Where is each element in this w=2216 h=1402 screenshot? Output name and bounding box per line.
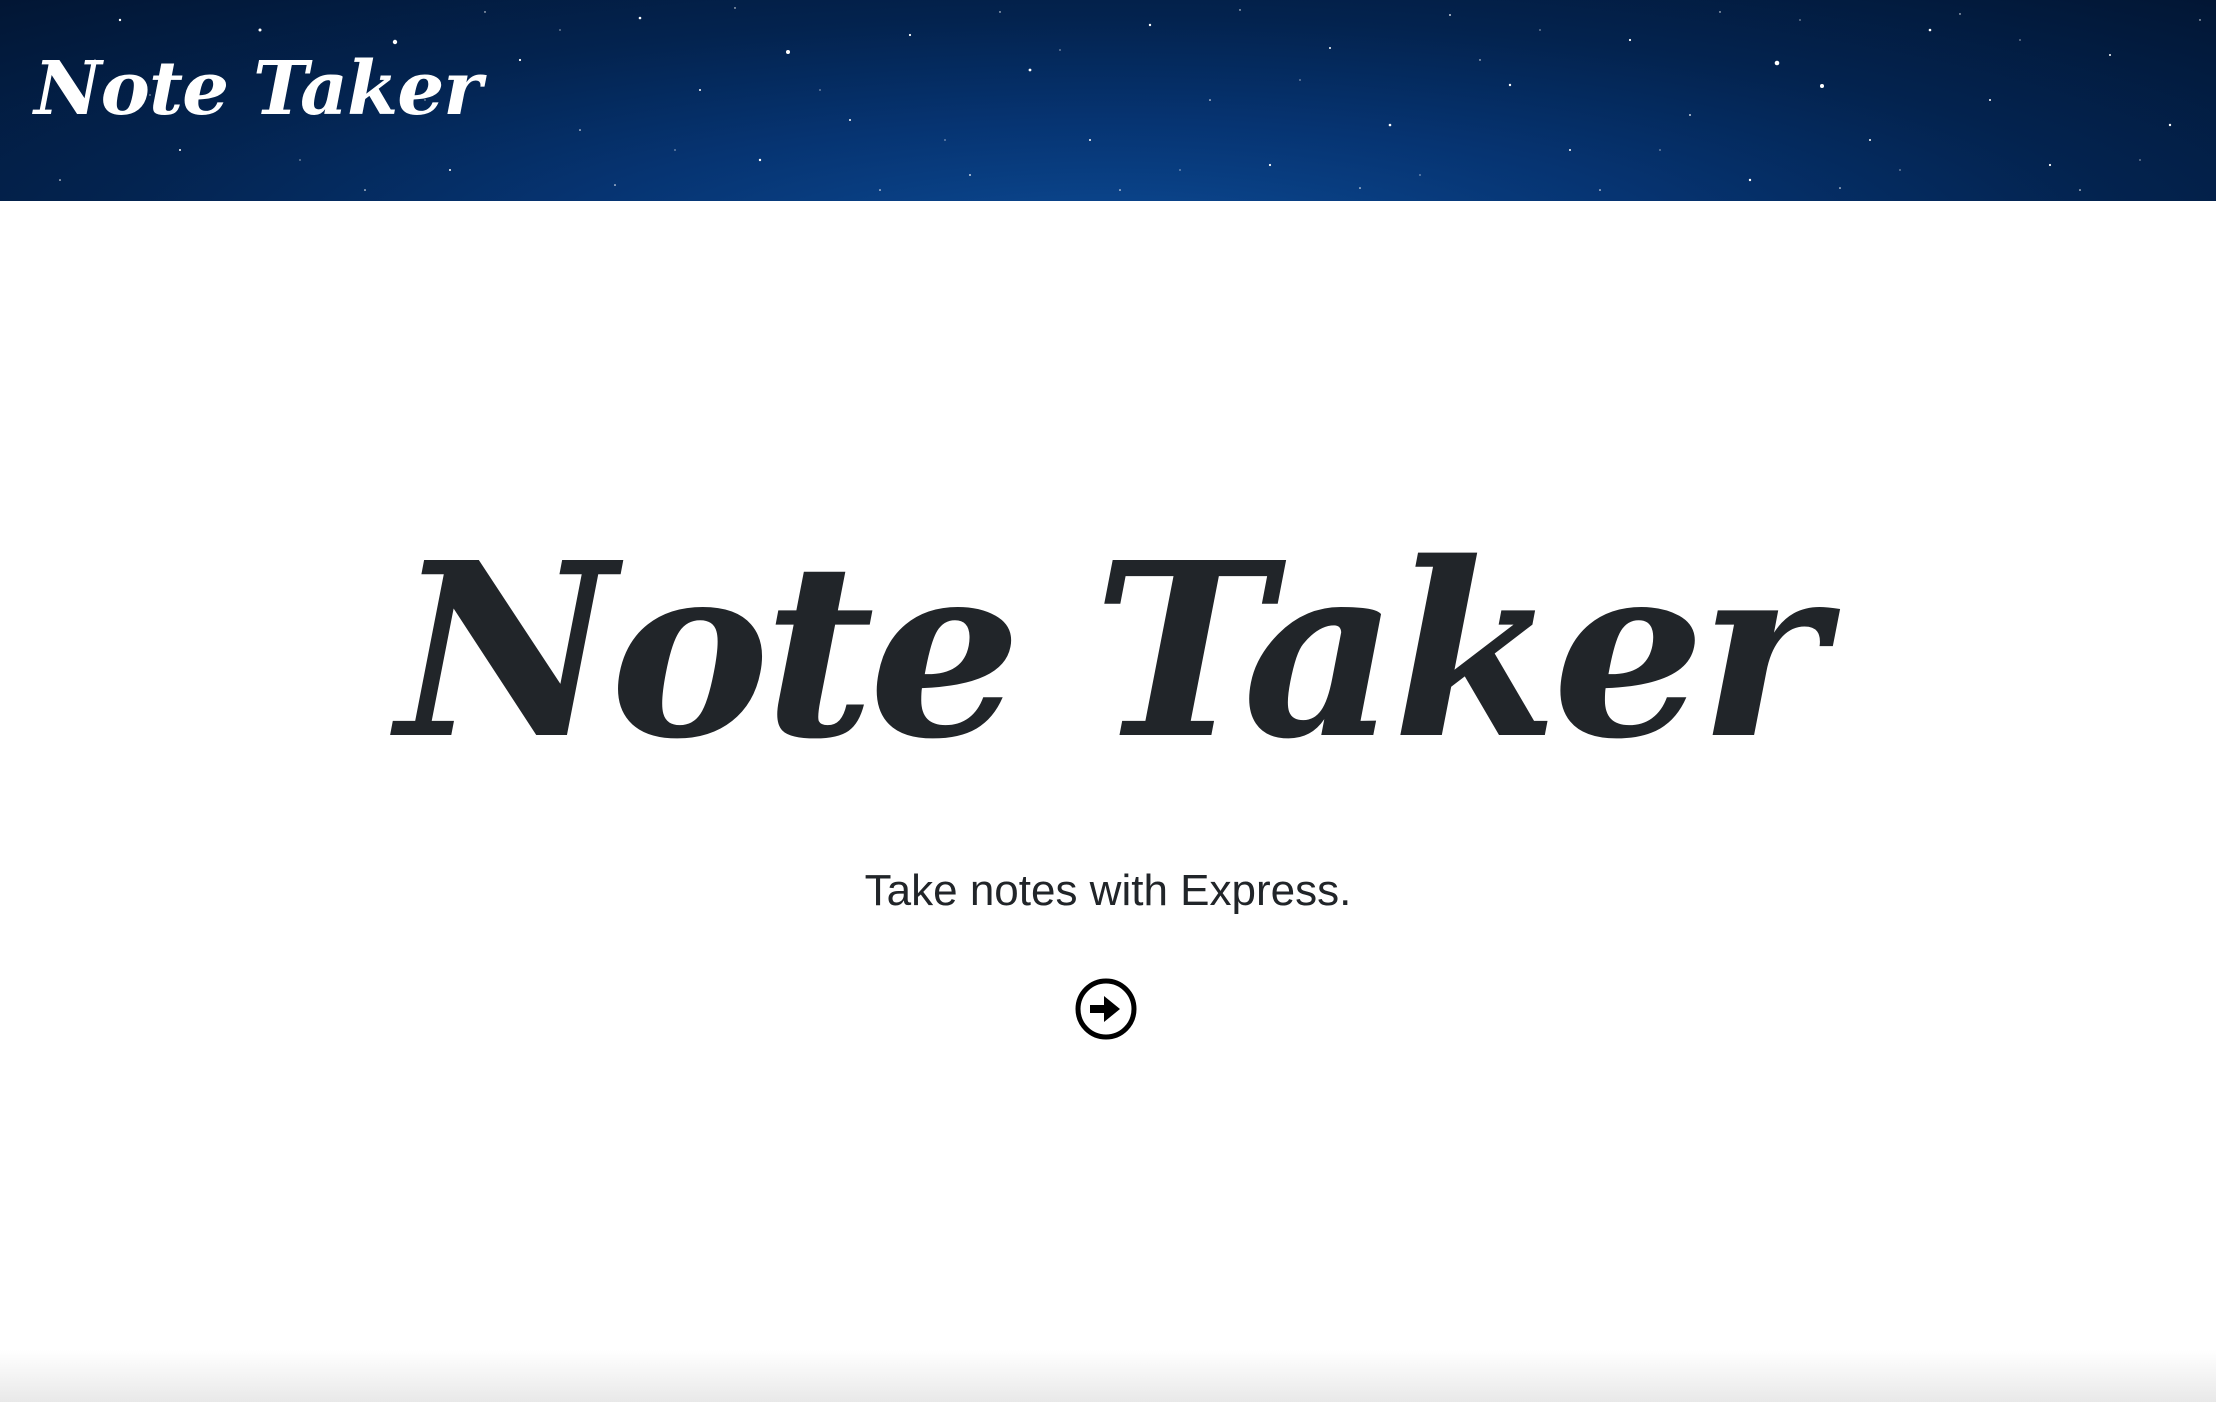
navbar: Note Taker xyxy=(0,0,2216,201)
hero-title: Note Taker xyxy=(396,510,1825,792)
arrow-circle-right-icon xyxy=(1075,978,1137,1040)
hero-lead: Take notes with Express. xyxy=(864,866,1352,915)
bottom-shade xyxy=(0,1350,2216,1402)
get-started-button[interactable] xyxy=(1074,977,1138,1041)
brand-logo-link[interactable]: Note Taker xyxy=(34,52,482,126)
hero-section: Note Taker Take notes with Express. xyxy=(0,201,2216,1402)
